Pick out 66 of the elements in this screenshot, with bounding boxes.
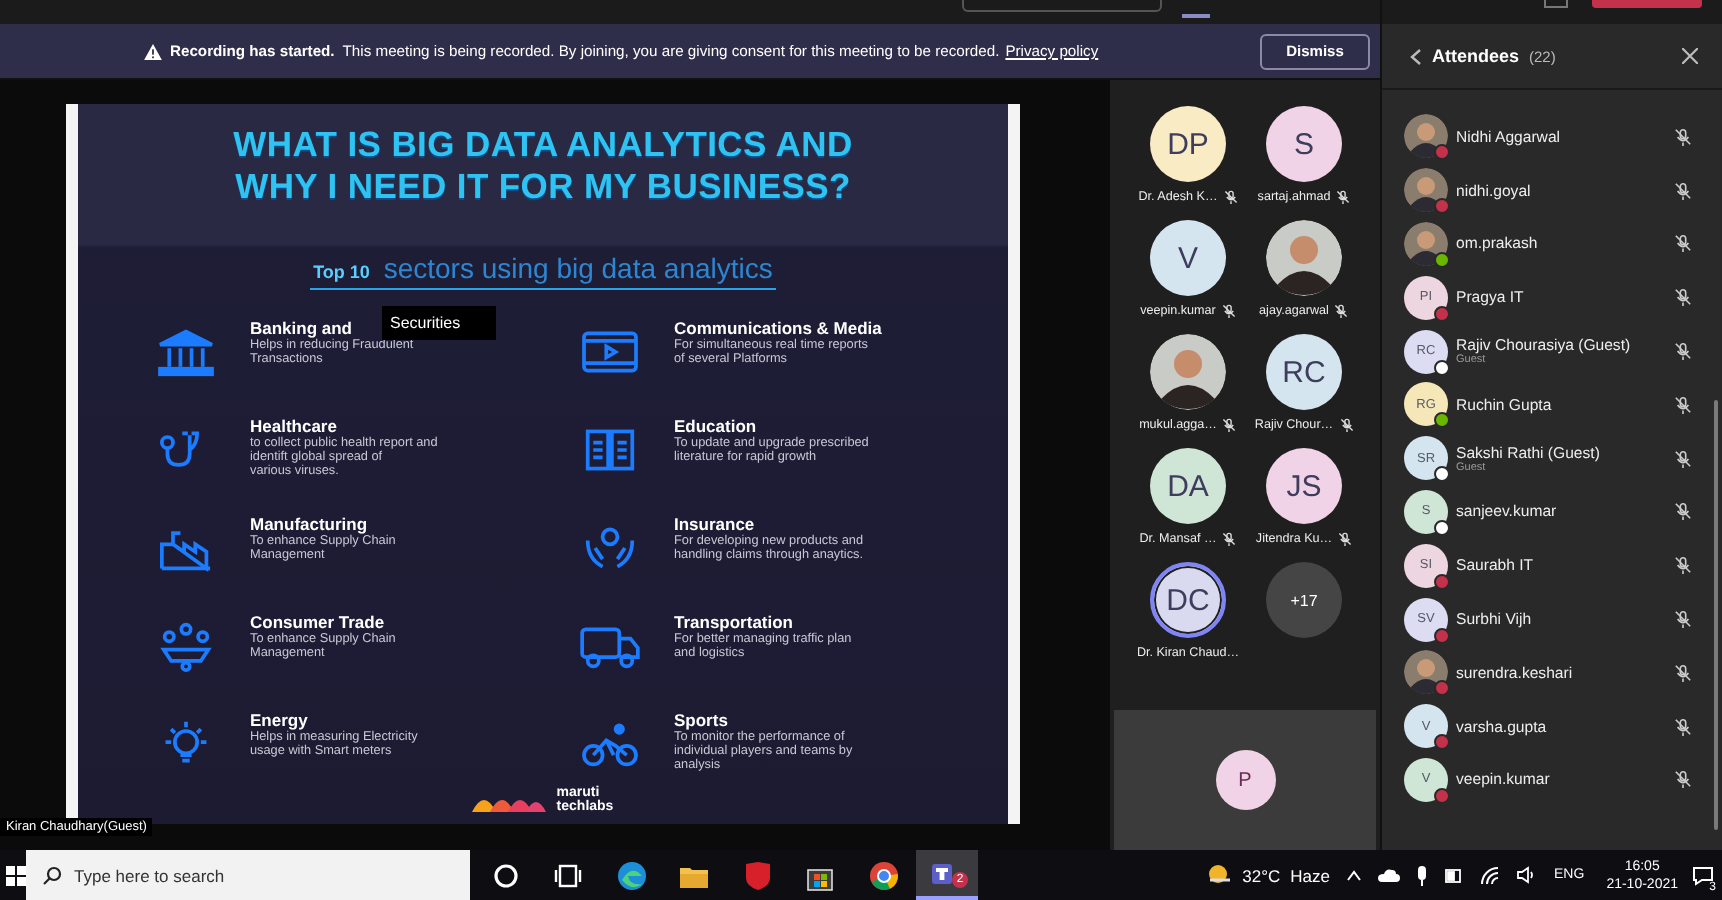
avatar[interactable]: S (1266, 106, 1342, 182)
microphone-icon[interactable] (1416, 865, 1429, 885)
more-participants-button[interactable]: +17 (1266, 562, 1342, 638)
weather-icon[interactable] (1206, 864, 1233, 886)
slide-subtitle: Top 10 sectors using big data analytics (309, 252, 777, 290)
back-icon[interactable] (1410, 47, 1422, 65)
mic-off-icon[interactable] (1674, 181, 1692, 200)
sector-title: Energy (250, 710, 310, 730)
weather-condition: Haze (1290, 865, 1331, 885)
panel-title: Attendees (1432, 46, 1520, 66)
temperature: 32°C (1242, 865, 1281, 885)
avatar[interactable]: DC (1150, 562, 1226, 638)
sector-title: Insurance (674, 514, 757, 534)
search-field[interactable]: Type here to search (26, 850, 470, 900)
sector-title: Healthcare (250, 416, 339, 436)
avatar (1404, 114, 1448, 159)
mic-off-icon[interactable] (1674, 127, 1692, 146)
mic-off-icon[interactable] (1674, 449, 1692, 468)
mic-off-icon[interactable] (1674, 288, 1692, 307)
mic-off-icon[interactable] (1674, 234, 1692, 253)
avatar (1404, 221, 1448, 266)
search-icon (42, 865, 62, 885)
avatar (1404, 650, 1448, 695)
chrome-icon (867, 859, 900, 891)
sector-title: Education (674, 416, 759, 436)
windows-icon[interactable] (6, 865, 26, 885)
chevron-up-icon[interactable] (1346, 869, 1363, 881)
avatar[interactable]: V (1150, 220, 1226, 296)
mic-off-icon[interactable] (1674, 556, 1692, 575)
slide-title: WHAT IS BIG DATA ANALYTICS AND (233, 124, 853, 166)
slide-title: WHY I NEED IT FOR MY BUSINESS? (235, 166, 851, 208)
mic-off-icon[interactable] (1674, 610, 1692, 629)
avatar: P (1215, 750, 1275, 810)
browser-icon (615, 859, 648, 891)
cyclist-icon (578, 718, 642, 770)
sector-title: Sports (674, 710, 730, 730)
avatar[interactable]: RC (1266, 334, 1342, 410)
scrollbar[interactable] (1714, 400, 1718, 830)
avatar[interactable] (1266, 220, 1342, 296)
wifi-icon[interactable] (1480, 866, 1501, 884)
bank-icon (154, 326, 218, 378)
circle-icon (489, 859, 522, 891)
mic-off-icon[interactable] (1674, 770, 1692, 789)
avatar[interactable]: DA (1150, 448, 1226, 524)
mic-off-icon[interactable] (1674, 717, 1692, 736)
task-view-icon (552, 859, 585, 891)
mic-off-icon[interactable] (1674, 342, 1692, 361)
sector-title: Consumer Trade (250, 612, 387, 632)
sector-title: Manufacturing (250, 514, 370, 534)
video-icon (578, 326, 642, 378)
warning-icon (144, 43, 162, 59)
avatar[interactable]: DP (1150, 106, 1226, 182)
speaker-icon[interactable] (1516, 866, 1537, 884)
tooltip: Securities (382, 306, 497, 340)
battery-icon[interactable] (1444, 867, 1465, 883)
close-icon[interactable] (1682, 48, 1698, 64)
cloud-icon[interactable] (1378, 868, 1401, 882)
sector-title: Transportation (674, 612, 796, 632)
mic-off-icon[interactable] (1674, 395, 1692, 414)
mic-off-icon[interactable] (1674, 663, 1692, 682)
mic-off-icon[interactable] (1674, 502, 1692, 521)
avatar[interactable]: JS (1266, 448, 1342, 524)
avatar[interactable] (1150, 334, 1226, 410)
shield-icon (741, 859, 774, 891)
avatar (1404, 168, 1448, 213)
sector-title: Communications & Media (674, 318, 882, 338)
